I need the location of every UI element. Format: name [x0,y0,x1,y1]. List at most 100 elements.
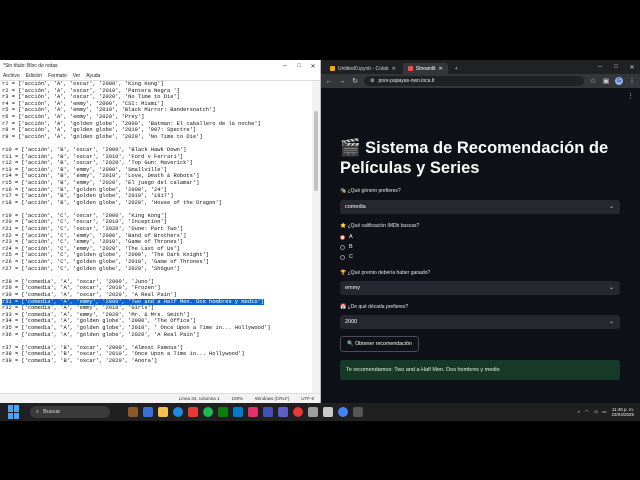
edge-icon[interactable] [173,407,183,417]
notepad-line-text: r2 = ['acción', 'A', 'oscar', '2010', 'P… [2,87,180,94]
menu-archivo[interactable]: Archivo [3,73,20,79]
status-encoding: UTF-8 [301,396,314,401]
notepad-line-text: r29 = ['comedia', 'A', 'oscar', '2010', … [2,285,161,292]
notepad-line-text: r39 = ['comedia', 'B', 'oscar', '2020', … [2,357,158,364]
close-icon[interactable]: ✕ [306,63,320,70]
genre-label: 🎭 ¿Qué género prefieres? [340,188,401,194]
wifi-icon[interactable]: ◠ [585,409,589,415]
notepad-line-text: r30 = ['comedia', 'A', 'oscar', '2020', … [2,292,177,298]
notepad-line-text: r28 = ['comedia', 'A', 'oscar', '2000', … [2,278,155,285]
notepad-line-text: r22 = ['acción', 'C', 'emmy', '2000', 'B… [2,232,187,239]
teams-icon[interactable] [278,407,288,417]
scrollbar-thumb[interactable] [314,111,318,191]
notepad-line: r5 = ['acción', 'A', 'emmy', '2010', 'Bl… [2,107,310,114]
app-icon[interactable] [353,407,363,417]
notepad-window: *Sin título: Bloc de notas ─ □ ✕ Archivo… [0,60,321,403]
file-explorer-icon[interactable] [158,407,168,417]
word-icon[interactable] [263,407,273,417]
battery-icon[interactable]: ▭ [602,409,606,415]
search-label: Buscar [43,409,61,415]
notepad-line-text: r31 = ['comedia', 'A', 'emmy', '2000', '… [2,298,265,306]
taskbar: ⌕ Buscar ^ ◠ ◁ ▭ 11:49 p. m. 23/04/2025 [0,403,640,421]
task-view-icon[interactable] [143,407,153,417]
decade-select[interactable]: 2000 ⌄ [340,315,620,329]
notepad-line: r30 = ['comedia', 'A', 'oscar', '2020', … [2,292,310,299]
notepad-line-text: r34 = ['comedia', 'A', 'golden globe', '… [2,318,197,325]
app-icon[interactable] [248,407,258,417]
maximize-icon[interactable]: □ [292,63,306,69]
notepad-line-text: r26 = ['acción', 'C', 'golden globe', '2… [2,259,210,266]
notepad-line: r17 = ['acción', 'B', 'golden globe', '2… [2,193,310,200]
menu-edicion[interactable]: Edición [26,73,42,79]
recommendation-alert: Te recomendamos: Two and a Half Men. Dos… [340,360,620,380]
notepad-menubar: Archivo Edición Formato Ver Ayuda [0,72,320,81]
notepad-line: r26 = ['acción', 'C', 'golden globe', '2… [2,259,310,266]
app-icon[interactable] [308,407,318,417]
spotify-icon[interactable] [203,407,213,417]
taskbar-apps [128,407,363,417]
menu-formato[interactable]: Formato [48,73,67,79]
notepad-line-text: r7 = ['acción', 'A', 'golden globe', '20… [2,120,261,127]
notepad-line-text: r10 = ['acción', 'B', 'oscar', '2000', '… [2,146,187,153]
radio-option-a[interactable]: A [340,234,353,240]
get-recommendation-button[interactable]: 🔍 Obtener recomendación [340,336,419,352]
notepad-scrollbar[interactable] [312,81,320,393]
notepad-line: r2 = ['acción', 'A', 'oscar', '2010', 'P… [2,88,310,95]
notepad-line: r8 = ['acción', 'A', 'golden globe', '20… [2,127,310,134]
award-label: 🏆 ¿Qué premio debería haber ganado? [340,270,431,276]
chrome-icon[interactable] [338,407,348,417]
app-icon[interactable] [188,407,198,417]
status-line-endings: Windows (CRLF) [254,396,290,401]
chevron-up-icon[interactable]: ^ [578,410,580,415]
app-icon[interactable] [128,407,138,417]
genre-select[interactable]: comedia ⌄ [340,200,620,214]
clock-date: 23/04/2025 [611,412,634,417]
taskbar-search[interactable]: ⌕ Buscar [30,406,110,418]
notepad-line-text: r38 = ['comedia', 'B', 'oscar', '2010', … [2,351,245,358]
notepad-line: r16 = ['acción', 'B', 'golden globe', '2… [2,187,310,194]
menu-ayuda[interactable]: Ayuda [86,73,100,79]
notepad-text-area[interactable]: r1 = ['acción', 'A', 'oscar', '2000', 'K… [2,81,310,391]
notepad-line-text: r13 = ['acción', 'B', 'emmy', '2000', 'S… [2,166,167,173]
desktop-screen: *Sin título: Bloc de notas ─ □ ✕ Archivo… [0,60,640,421]
menu-ver[interactable]: Ver [73,73,81,79]
chevron-down-icon: ⌄ [608,319,614,325]
notepad-line: r4 = ['acción', 'A', 'emmy', '2000', 'CS… [2,101,310,108]
notepad-line-text: r4 = ['acción', 'A', 'emmy', '2000', 'CS… [2,100,164,107]
notepad-icon[interactable] [323,407,333,417]
notepad-line: r22 = ['acción', 'C', 'emmy', '2000', 'B… [2,233,310,240]
status-position: Línea 34, columna 1 [178,396,220,401]
notepad-line: r24 = ['acción', 'C', 'emmy', '2020', 'T… [2,246,310,253]
award-value: emmy [345,285,360,291]
app-content: 🎬 Sistema de Recomendación de Películas … [321,60,640,403]
notepad-line-text: r12 = ['acción', 'B', 'oscar', '2020', '… [2,160,193,167]
notepad-line-text: r25 = ['acción', 'C', 'golden globe', '2… [2,252,210,259]
notepad-line-text: r3 = ['acción', 'A', 'oscar', '2020', 'N… [2,94,180,101]
notepad-titlebar: *Sin título: Bloc de notas ─ □ ✕ [0,60,320,72]
notepad-line: r19 = ['acción', 'C', 'oscar', '2000', '… [2,213,310,220]
notepad-line-text: r32 = ['comedia', 'A', 'emmy', '2010', '… [2,305,155,312]
notepad-line: r13 = ['acción', 'B', 'emmy', '2000', 'S… [2,167,310,174]
radio-option-b[interactable]: B [340,244,353,250]
notepad-line-text: r18 = ['acción', 'B', 'golden globe', '2… [2,199,222,206]
award-select[interactable]: emmy ⌄ [340,281,620,295]
notepad-line: r25 = ['acción', 'C', 'golden globe', '2… [2,252,310,259]
notepad-line: r37 = ['comedia', 'B', 'oscar', '2000', … [2,345,310,352]
notepad-line [2,140,310,147]
notepad-line-text: r14 = ['acción', 'B', 'emmy', '2010', 'L… [2,173,200,180]
windows-start-icon[interactable] [8,405,22,419]
notepad-line: r32 = ['comedia', 'A', 'emmy', '2010', '… [2,305,310,312]
clock[interactable]: 11:49 p. m. 23/04/2025 [611,407,634,418]
notepad-line [2,338,310,345]
chrome-icon[interactable] [293,407,303,417]
vscode-icon[interactable] [233,407,243,417]
excel-icon[interactable] [218,407,228,417]
notepad-line: r21 = ['acción', 'C', 'oscar', '2020', '… [2,226,310,233]
search-icon: ⌕ [36,408,40,415]
radio-label: B [349,244,353,250]
volume-icon[interactable]: ◁ [594,409,597,415]
notepad-line-text: r8 = ['acción', 'A', 'golden globe', '20… [2,127,197,134]
minimize-icon[interactable]: ─ [278,63,292,69]
notepad-line-text: r16 = ['acción', 'B', 'golden globe', '2… [2,186,167,193]
radio-option-c[interactable]: C [340,254,353,260]
